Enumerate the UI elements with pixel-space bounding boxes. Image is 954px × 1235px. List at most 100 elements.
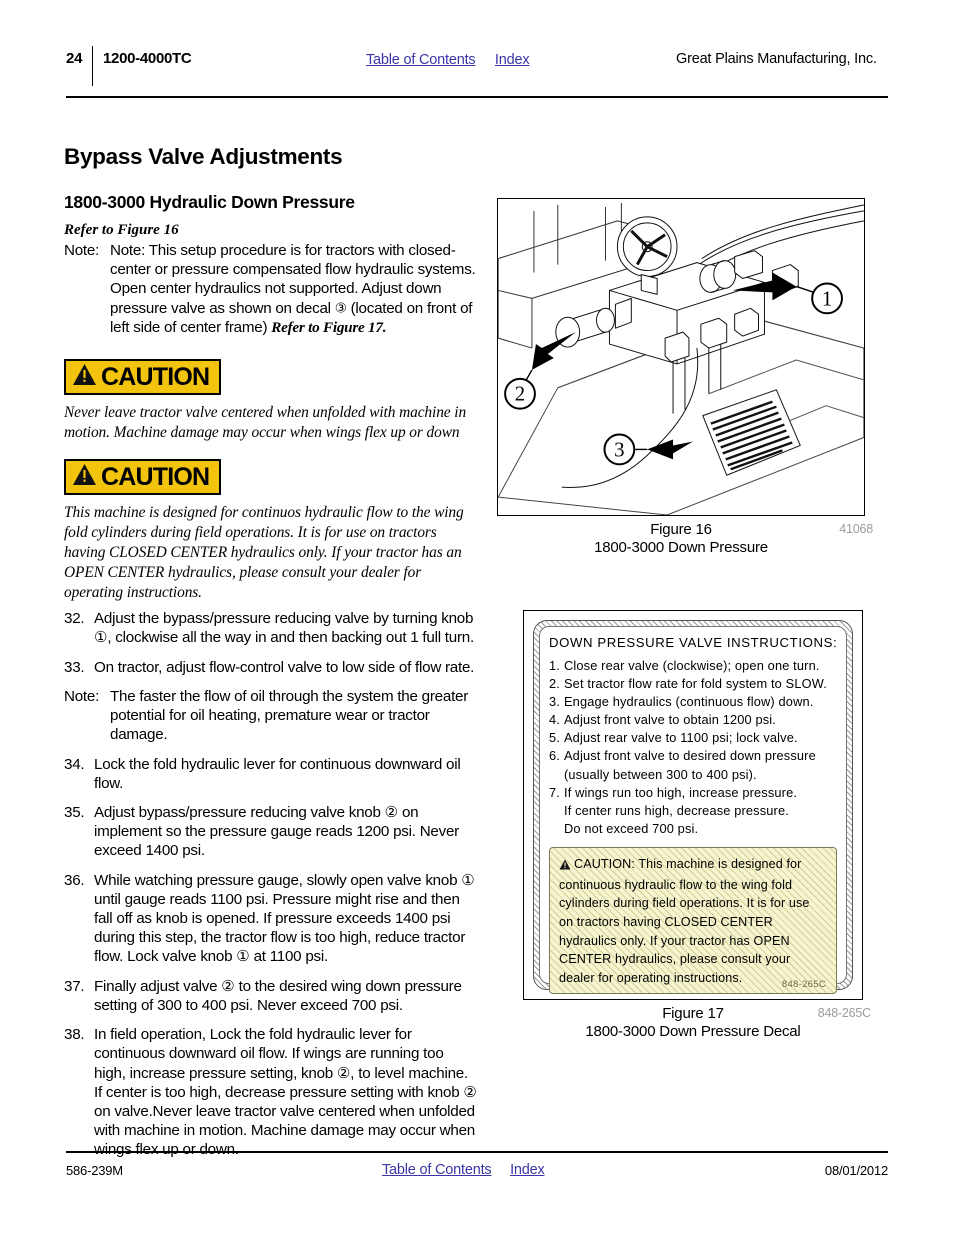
caution-2-body: This machine is designed for continuos h… <box>64 504 464 602</box>
decal-item-3-text: Engage hydraulics (continuous flow) down… <box>564 693 814 709</box>
decal-item-7-continuation-1: If center runs high, decrease pressure. <box>564 802 789 818</box>
header-index-link[interactable]: Index <box>495 52 530 68</box>
decal-item-7-number: 7. <box>549 784 560 800</box>
decal-item-1-text: Close rear valve (clockwise); open one t… <box>564 657 820 673</box>
decal-item-3: 3. Engage hydraulics (continuous flow) d… <box>549 693 837 711</box>
decal-part-number: 848-265C <box>781 978 826 990</box>
header-rule <box>66 96 888 98</box>
decal-item-5: 5. Adjust rear valve to 1100 psi; lock v… <box>549 729 837 747</box>
step-38-text: In field operation, Lock the fold hydrau… <box>94 1026 477 1159</box>
warning-triangle-icon <box>72 463 97 491</box>
decal-outer-border: DOWN PRESSURE VALVE INSTRUCTIONS: 1. Clo… <box>533 619 853 994</box>
decal-item-3-number: 3. <box>549 693 560 709</box>
step-33-text: On tractor, adjust flow-control valve to… <box>94 658 475 676</box>
figure-17-caption-line1: Figure 17 <box>662 1004 724 1022</box>
decal-inner-panel: DOWN PRESSURE VALVE INSTRUCTIONS: 1. Clo… <box>539 625 847 994</box>
step-34-label: 34. <box>64 755 85 773</box>
footer-rule <box>66 1151 888 1153</box>
step-35: 35. Adjust bypass/pressure reducing valv… <box>64 803 478 861</box>
svg-text:3: 3 <box>614 437 624 461</box>
svg-text:2: 2 <box>515 382 525 406</box>
page-header: 24 1200-4000TC Table of Contents Index G… <box>66 44 888 96</box>
footer-index-link[interactable]: Index <box>510 1162 545 1178</box>
caution-banner-2: CAUTION <box>64 459 222 496</box>
step-note: Note: The faster the flow of oil through… <box>64 687 478 745</box>
step-35-label: 35. <box>64 803 85 821</box>
decal-caution-box: CAUTION: This machine is designed for co… <box>549 847 837 994</box>
step-37-label: 37. <box>64 977 85 995</box>
decal-item-5-number: 5. <box>549 730 560 746</box>
right-column: 1 2 3 Figure 16 1800-3000 Down Pressure … <box>497 198 889 1041</box>
footer-document-number: 586-239M <box>66 1163 123 1178</box>
page-number: 24 <box>66 50 83 67</box>
figure-16-image: 1 2 3 <box>497 198 865 516</box>
step-32-label: 32. <box>64 610 85 628</box>
decal-item-2-number: 2. <box>549 675 560 691</box>
decal-caution-text: This machine is designed for continuous … <box>559 857 810 985</box>
step-34: 34. Lock the fold hydraulic lever for co… <box>64 755 478 793</box>
step-36: 36. While watching pressure gauge, slowl… <box>64 871 478 967</box>
decal-item-7-text: If wings run too high, increase pressure… <box>564 784 798 800</box>
left-column: Bypass Valve Adjustments 1800-3000 Hydra… <box>64 144 478 1170</box>
step-36-text: While watching pressure gauge, slowly op… <box>94 871 475 966</box>
figure-17-caption-line2: 1800-3000 Down Pressure Decal <box>585 1022 801 1040</box>
figure-16-caption: Figure 16 1800-3000 Down Pressure 41068 <box>497 516 873 558</box>
decal-item-4: 4. Adjust front valve to obtain 1200 psi… <box>549 711 837 729</box>
caution-banner-1-label: CAUTION <box>101 362 210 391</box>
footer-links: Table of Contents Index <box>382 1162 545 1178</box>
decal-item-6-text: Adjust front valve to desired down press… <box>564 748 816 764</box>
refer-to-figure-16: Refer to Figure 16 <box>64 222 179 238</box>
header-divider <box>92 46 93 86</box>
footer-date: 08/01/2012 <box>824 1163 888 1178</box>
footer-table-of-contents-link[interactable]: Table of Contents <box>382 1162 492 1178</box>
refer-to-figure-17: Refer to Figure 17. <box>271 318 387 336</box>
step-note-text: The faster the flow of oil through the s… <box>110 687 469 744</box>
decal-title: DOWN PRESSURE VALVE INSTRUCTIONS: <box>549 634 838 650</box>
callout-3-ref: ③ <box>334 300 347 316</box>
decal-item-1-number: 1. <box>549 657 560 673</box>
step-35-text: Adjust bypass/pressure reducing valve kn… <box>94 803 459 860</box>
step-33: 33. On tractor, adjust flow-control valv… <box>64 658 478 677</box>
step-38-label: 38. <box>64 1026 85 1044</box>
header-links: Table of Contents Index <box>366 51 626 69</box>
caution-banner-1: CAUTION <box>64 359 222 396</box>
decal-item-2: 2. Set tractor flow rate for fold system… <box>549 675 837 693</box>
warning-triangle-icon <box>72 363 97 391</box>
decal-caution-content: CAUTION: This machine is designed for co… <box>559 855 827 987</box>
step-32: 32. Adjust the bypass/pressure reducing … <box>64 609 478 647</box>
step-38: 38. In field operation, Lock the fold hy… <box>64 1025 478 1160</box>
figure-16-caption-line1: Figure 16 <box>650 521 712 538</box>
caution-1-body: Never leave tractor valve centered when … <box>64 404 467 442</box>
step-33-label: 33. <box>64 658 85 676</box>
step-36-label: 36. <box>64 871 85 889</box>
intro-note-label: Note: <box>64 242 100 259</box>
warning-triangle-icon <box>559 857 571 876</box>
caution-banner-2-label: CAUTION <box>101 462 210 491</box>
svg-text:1: 1 <box>822 286 832 310</box>
decal-caution-label: CAUTION: <box>574 857 635 872</box>
company-name: Great Plains Manufacturing, Inc. <box>676 51 877 67</box>
subsection-title: 1800-3000 Hydraulic Down Pressure <box>64 192 355 212</box>
intro-note-body: Note: This setup procedure is for tracto… <box>110 241 478 337</box>
decal-item-4-text: Adjust front valve to obtain 1200 psi. <box>564 712 776 728</box>
step-34-text: Lock the fold hydraulic lever for contin… <box>94 755 461 792</box>
decal-item-7: 7. If wings run too high, increase press… <box>549 784 837 802</box>
figure-17-image: DOWN PRESSURE VALVE INSTRUCTIONS: 1. Clo… <box>523 609 863 1000</box>
step-37-text: Finally adjust valve ② to the desired wi… <box>94 977 462 1014</box>
figure-16-caption-line2: 1800-3000 Down Pressure <box>594 539 768 557</box>
decal-item-2-text: Set tractor flow rate for fold system to… <box>564 675 827 691</box>
header-table-of-contents-link[interactable]: Table of Contents <box>366 52 476 68</box>
decal-item-1: 1. Close rear valve (clockwise); open on… <box>549 657 837 675</box>
intro-note: Note: Note: This setup procedure is for … <box>64 241 478 337</box>
figure-17-part-number: 848-265C <box>817 1005 872 1020</box>
decal-item-5-text: Adjust rear valve to 1100 psi; lock valv… <box>564 730 798 746</box>
decal-item-6-continuation: (usually between 300 to 400 psi). <box>564 766 757 782</box>
decal-item-4-number: 4. <box>549 712 560 728</box>
step-32-text: Adjust the bypass/pressure reducing valv… <box>94 610 474 647</box>
decal-item-7-continuation-2: Do not exceed 700 psi. <box>564 821 699 836</box>
figure-17-caption: Figure 17 1800-3000 Down Pressure Decal … <box>523 1000 871 1042</box>
decal-item-6-number: 6. <box>549 748 560 764</box>
decal-item-6: 6. Adjust front valve to desired down pr… <box>549 747 837 765</box>
figure-16-part-number: 41068 <box>839 522 873 536</box>
step-note-label: Note: <box>64 687 100 705</box>
